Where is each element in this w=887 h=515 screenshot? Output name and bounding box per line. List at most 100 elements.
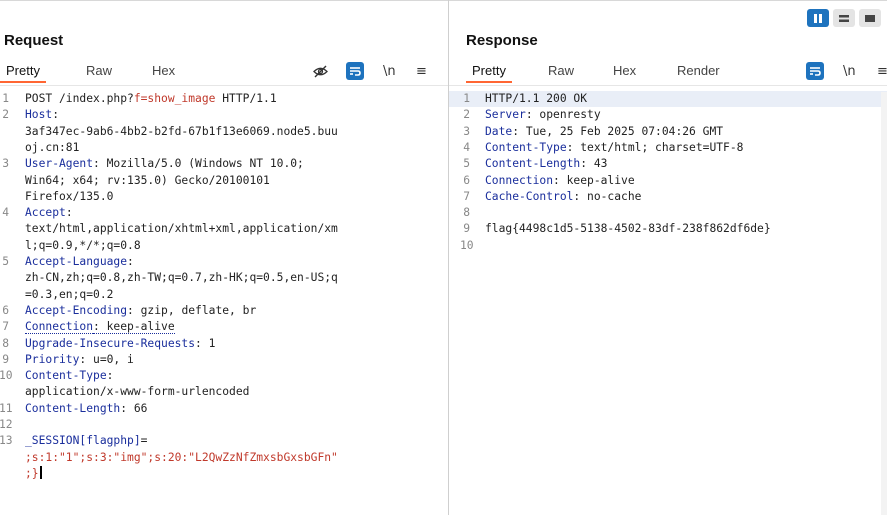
line-number: 9 [2,352,9,366]
layout-stacked-icon[interactable] [833,9,855,27]
header-name: Content-Type [485,140,567,154]
header-value: : [106,369,114,383]
line-tail: HTTP/1.1 [215,92,277,105]
line-number: 2 [2,108,9,122]
line-number: 1 [463,92,470,105]
editor-line: 3af347ec-9ab6-4bb2-b2fd-67b1f13e6069.nod… [0,124,448,140]
editor-line: 8 Upgrade-Insecure-Requests: 1 [0,336,448,352]
editor-line: 9 Priority: u=0, i [0,352,448,368]
line-text: Accept: [25,205,73,221]
menu-icon[interactable]: ≡ [416,62,427,80]
line-number: 8 [463,206,470,220]
header-name: User-Agent [25,157,94,171]
line-number: 2 [463,108,470,122]
layout-side-by-side-icon[interactable] [807,9,829,27]
line-text: =0.3,en;q=0.2 [25,287,113,303]
layout-single-icon[interactable] [859,9,881,27]
newline-toggle-icon[interactable]: \n [383,62,396,80]
highlighted-value: ;s:1:"1";s:3:"img";s:20:"L2QwZzNfZmxsbGx… [25,450,338,464]
header-value: : 1 [195,336,216,350]
header-value: l;q=0.9,*/*;q=0.8 [25,238,141,252]
line-text: 3af347ec-9ab6-4bb2-b2fd-67b1f13e6069.nod… [25,124,338,140]
tab-pretty[interactable]: Pretty [0,63,46,83]
header-value: : 43 [580,157,608,171]
line-number: 10 [0,369,13,383]
header-value: Win64; x64; rv:135.0) Gecko/20100101 [25,173,270,187]
line-text: text/html,application/xhtml+xml,applicat… [25,221,338,237]
line-text: Upgrade-Insecure-Requests: 1 [25,336,215,352]
editor-line: 10 Content-Type: [0,368,448,384]
editor-line: 9 flag{4498c1d5-5138-4502-83df-238f862df6… [449,221,887,237]
line-text: Server: openresty [485,107,601,123]
editor-line: 12 [0,417,448,433]
response-editor[interactable]: 1 HTTP/1.1 200 OK 2 Server: openresty 3 Date:… [449,88,887,515]
editor-line: 4 Content-Type: text/html; charset=UTF-8 [449,140,887,156]
line-number: 13 [0,434,13,448]
editor-line: Firefox/135.0 [0,189,448,205]
line-text: Connection: keep-alive [485,173,635,189]
editor-line: 13 _SESSION[flagphp]= [0,433,448,449]
highlighted-value: f=show_image [133,92,216,105]
request-top-strip [0,0,448,31]
editor-line: 7 Cache-Control: no-cache [449,189,887,205]
tab-raw[interactable]: Raw [86,63,112,78]
editor-line: =0.3,en;q=0.2 [0,287,448,303]
menu-icon[interactable]: ≡ [877,62,887,80]
editor-line: 5 Content-Length: 43 [449,156,887,172]
header-name: Cache-Control [485,189,574,203]
header-value: =0.3,en;q=0.2 [25,287,114,301]
line-number: 1 [2,92,9,105]
line-text: Win64; x64; rv:135.0) Gecko/20100101 [25,173,270,189]
wrap-lines-icon[interactable] [806,62,824,80]
header-value: : keep-alive [553,173,635,187]
header-name: Priority [25,352,80,366]
header-value: text/html,application/xhtml+xml,applicat… [25,222,338,236]
response-panel: Response Pretty Raw Hex Render \n ≡ 1 HTT… [449,0,887,515]
header-name: Connection [485,173,554,187]
header-value: HTTP/1.1 200 OK [485,92,588,105]
highlighted-value: ;} [25,466,39,480]
header-value: : openresty [525,108,601,122]
header-value: : text/html; charset=UTF-8 [566,140,744,154]
header-name: Server [485,108,526,122]
line-number: 3 [463,124,470,138]
line-number: 9 [463,222,470,236]
line-text: User-Agent: Mozilla/5.0 (Windows NT 10.0… [25,156,304,172]
header-value: application/x-www-form-urlencoded [25,385,250,399]
line-text: _SESSION[flagphp]= [25,433,147,449]
header-name: Accept-Language [25,255,128,268]
line-number: 3 [2,157,9,171]
line-text: flag{4498c1d5-5138-4502-83df-238f862df6d… [485,221,771,237]
tab-hex[interactable]: Hex [152,63,175,78]
header-name: Accept-Encoding [25,303,128,317]
header-name: _SESSION[flagphp] [25,434,141,448]
editor-line: oj.cn:81 [0,140,448,156]
editor-line: 5 Accept-Language: [0,254,448,270]
tab-hex[interactable]: Hex [613,63,636,78]
header-name: Content-Length [25,401,121,415]
tab-raw[interactable]: Raw [548,63,574,78]
wrap-lines-icon[interactable] [346,62,364,80]
eye-off-icon[interactable] [312,62,328,80]
line-text: application/x-www-form-urlencoded [25,384,249,400]
request-editor[interactable]: 1 POST /index.php?f=show_image HTTP/1.1 2 H… [0,88,448,515]
header-value: : Tue, 25 Feb 2025 07:04:26 GMT [512,124,724,138]
line-text: Content-Length: 43 [485,156,607,172]
header-name: Upgrade-Insecure-Requests [25,336,196,350]
response-scrollbar[interactable] [881,92,887,515]
line-text: zh-CN,zh;q=0.8,zh-TW;q=0.7,zh-HK;q=0.5,e… [25,270,338,286]
editor-line: 11 Content-Length: 66 [0,401,448,417]
header-name: Content-Type [25,369,107,383]
tab-render[interactable]: Render [677,63,720,78]
header-value: : gzip, deflate, br [127,303,257,317]
header-name: Host [25,108,53,122]
editor-line: 3 Date: Tue, 25 Feb 2025 07:04:26 GMT [449,124,887,140]
newline-toggle-icon[interactable]: \n [843,62,856,80]
tab-pretty[interactable]: Pretty [466,63,512,83]
line-text: Content-Type: text/html; charset=UTF-8 [485,140,743,156]
line-text: l;q=0.9,*/*;q=0.8 [25,238,141,254]
header-value: oj.cn:81 [25,140,80,154]
request-title: Request [4,32,64,49]
response-tabs: Pretty Raw Hex Render \n ≡ [449,58,887,86]
request-tabs: Pretty Raw Hex \n ≡ [0,58,448,86]
